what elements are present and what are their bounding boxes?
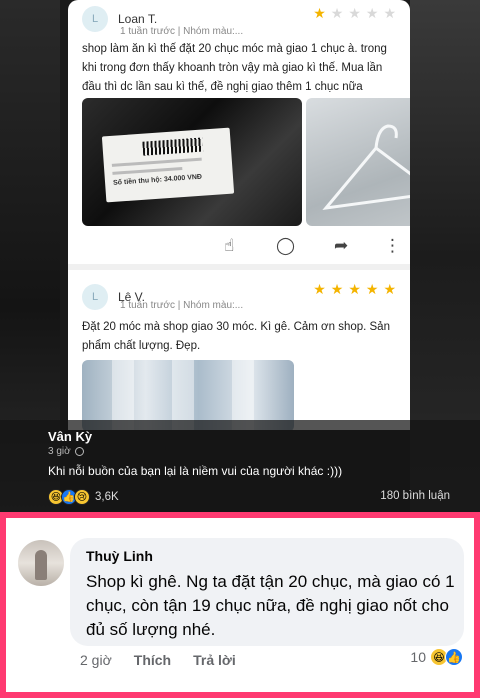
post-time-label: 3 giờ [48, 446, 71, 457]
sad-react-icon: 😢 [74, 489, 90, 505]
star-icon: ★ [330, 281, 344, 297]
reply-button[interactable]: Trả lời [193, 652, 236, 668]
avatar-figure [35, 550, 47, 580]
review1-meta: 1 tuần trước | Nhóm màu:... [120, 26, 244, 37]
hanger-drawing [322, 124, 410, 211]
star-icon: ★ [365, 5, 379, 21]
comment-text: Shop kì ghê. Ng ta đặt tận 20 chục, mà g… [86, 572, 455, 639]
review-divider [68, 264, 410, 270]
star-icon: ★ [313, 5, 326, 21]
clap-icon[interactable]: ☝ [224, 236, 234, 256]
review1-photo-package: Số tiền thu hộ: 34.000 VNĐ [82, 98, 302, 226]
review-screenshot: L Loan T. ★ ★ ★ ★ ★ 1 tuần trước | Nhóm … [68, 0, 410, 430]
star-icon: ★ [383, 281, 396, 297]
barcode [142, 137, 204, 156]
commenter-avatar[interactable] [18, 540, 64, 586]
comment-bubble: Thuỳ Linh Shop kì ghê. Ng ta đặt tận 20 … [70, 538, 464, 646]
review2-text: Đặt 20 móc mà shop giao 30 móc. Kì gê. C… [82, 321, 390, 352]
review2-avatar: L [82, 284, 108, 310]
review2-meta: 1 tuần trước | Nhóm màu:... [120, 300, 244, 311]
comment-time: 2 giờ [80, 652, 112, 668]
post-caption: Khi nỗi buồn của bạn lại là niềm vui của… [48, 464, 343, 478]
post-reaction-count: 3,6K [95, 491, 119, 503]
post-time: 3 giờ [48, 446, 84, 457]
label-price: Số tiền thu hộ: 34.000 VNĐ [112, 173, 203, 187]
star-icon: ★ [365, 281, 379, 297]
review1-text: shop làm ăn kì thế đặt 20 chục móc mà gi… [82, 43, 387, 93]
label-line [111, 157, 202, 167]
shipping-label: Số tiền thu hộ: 34.000 VNĐ [101, 127, 235, 203]
like-button[interactable]: Thích [134, 652, 171, 668]
post-author[interactable]: Vân Kỳ [48, 429, 92, 444]
star-icon: ★ [313, 281, 326, 297]
star-icon: ★ [348, 5, 361, 21]
like-react-icon: 👍 [445, 648, 463, 666]
more-icon[interactable]: ⋮ [384, 236, 401, 256]
comment-icon[interactable]: ◯ [276, 236, 295, 256]
comment-actions: 2 giờ Thích Trả lời [80, 652, 236, 668]
comment-reactions[interactable]: 10 😆 👍 [410, 648, 463, 666]
post-comment-count[interactable]: 180 bình luận [380, 490, 450, 502]
shared-photo[interactable]: L Loan T. ★ ★ ★ ★ ★ 1 tuần trước | Nhóm … [0, 0, 480, 512]
comment-reaction-count: 10 [410, 649, 426, 665]
review1-avatar: L [82, 6, 108, 32]
star-icon: ★ [348, 281, 361, 297]
star-icon: ★ [330, 5, 344, 21]
review1-name: Loan T. [118, 12, 158, 26]
review2-stars: ★ ★ ★ ★ ★ [313, 282, 396, 296]
share-icon[interactable]: ➦ [334, 236, 348, 256]
post-reactions[interactable]: 😆 👍 😢 3,6K [48, 489, 119, 505]
label-line [112, 167, 183, 175]
comment-container: Thuỳ Linh Shop kì ghê. Ng ta đặt tận 20 … [6, 518, 474, 692]
star-icon: ★ [383, 5, 396, 21]
globe-icon [74, 447, 84, 456]
review1-photo-hanger [306, 98, 410, 226]
review1-stars: ★ ★ ★ ★ ★ [313, 6, 396, 20]
highlight-frame: Thuỳ Linh Shop kì ghê. Ng ta đặt tận 20 … [0, 512, 480, 698]
review1-actions: ☝ ◯ ➦ ⋮ [68, 236, 410, 256]
commenter-name[interactable]: Thuỳ Linh [86, 548, 153, 564]
